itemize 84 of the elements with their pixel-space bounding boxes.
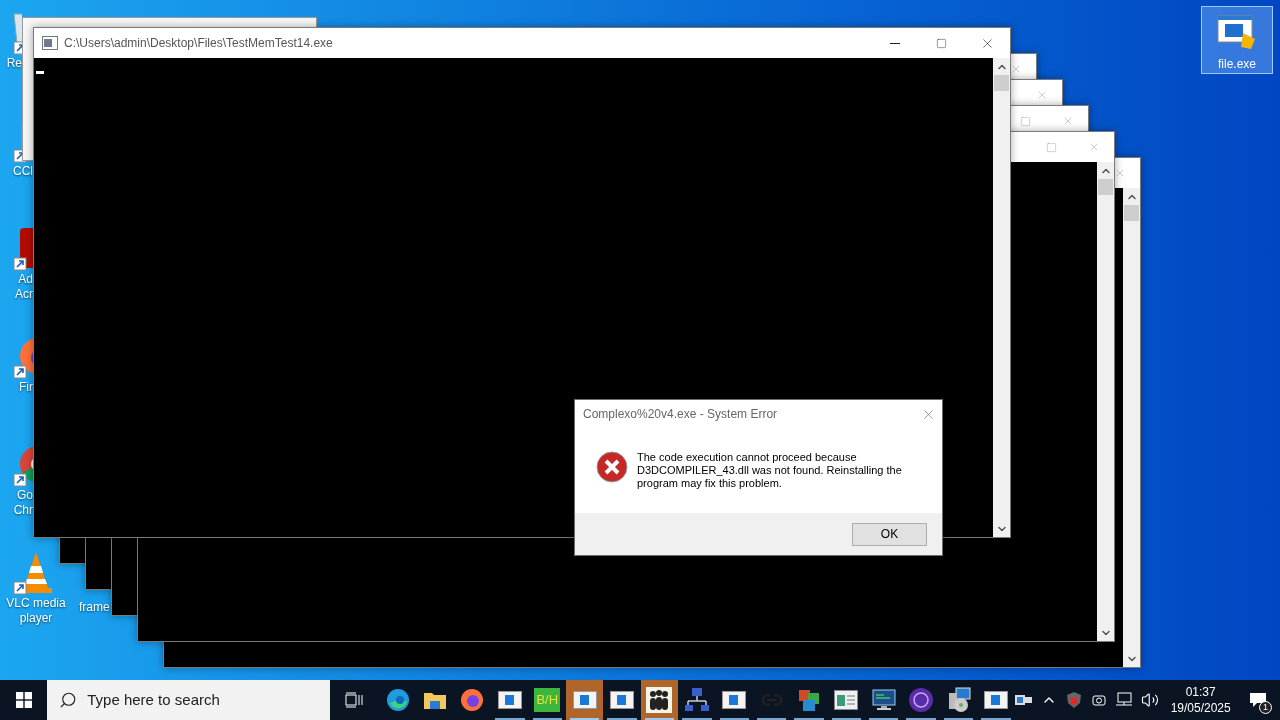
- volume-icon[interactable]: [1140, 691, 1159, 709]
- desktop-icon-label[interactable]: player: [19, 611, 53, 626]
- close-icon: [1010, 63, 1022, 75]
- desktop-icon-label[interactable]: frame: [79, 598, 110, 616]
- running-indicator: [906, 718, 936, 720]
- desktop-icon-label[interactable]: Re: [6, 56, 22, 71]
- error-icon: [596, 451, 628, 483]
- dialog-title: Complexo%20v4.exe - System Error: [583, 406, 778, 423]
- running-indicator: [981, 718, 1011, 720]
- close-button[interactable]: [1010, 63, 1022, 75]
- running-indicator: [569, 718, 600, 720]
- window-icon: [572, 691, 597, 709]
- close-icon: [1062, 115, 1074, 127]
- firefox-icon: [460, 688, 485, 712]
- close-button[interactable]: [1114, 167, 1126, 179]
- desktop-icon-label[interactable]: Go: [17, 488, 33, 503]
- scroll-thumb[interactable]: [994, 75, 1009, 91]
- windows-logo-icon: [15, 692, 32, 708]
- edge-icon: [385, 688, 410, 712]
- form-window-icon: [834, 690, 859, 710]
- desktop-icon-label[interactable]: VLC media: [6, 596, 66, 611]
- search-input[interactable]: Type here to search: [87, 688, 330, 712]
- scrollbar[interactable]: [1097, 162, 1114, 641]
- running-indicator: [943, 718, 974, 720]
- desktop-icon-label[interactable]: CCl: [13, 164, 33, 179]
- desktop-icon-label[interactable]: Chr: [13, 503, 33, 518]
- error-message: The code execution cannot proceed because D3DCOMPILER_43.dll was not found. Reinstalling the program may fix this problem.: [637, 451, 903, 490]
- app-label: B/H: [534, 688, 561, 712]
- window-icon: [610, 691, 635, 709]
- clock-date[interactable]: 19/05/2025: [1170, 700, 1231, 716]
- running-indicator: [532, 718, 562, 720]
- notification-button[interactable]: 1: [1236, 680, 1280, 720]
- text-cursor: [36, 71, 44, 74]
- maximize-icon: [1019, 115, 1031, 127]
- desktop-icon-label[interactable]: Fir: [19, 380, 33, 395]
- scrollbar[interactable]: [993, 58, 1010, 537]
- running-indicator: [756, 718, 787, 720]
- exe-file-icon: [1217, 13, 1257, 51]
- orb-icon: [908, 687, 935, 713]
- running-indicator: [719, 718, 749, 720]
- scrollbar[interactable]: [1123, 188, 1140, 667]
- running-indicator: [495, 718, 525, 720]
- running-indicator: [682, 718, 712, 720]
- running-indicator: [607, 718, 637, 720]
- usb-icon[interactable]: [1014, 693, 1033, 707]
- search-icon: [59, 691, 78, 709]
- monitor-icon: [871, 688, 896, 712]
- running-indicator: [831, 718, 862, 720]
- search-field[interactable]: Type here to search: [47, 680, 330, 720]
- network-icon[interactable]: [1114, 692, 1133, 708]
- file-icon-tile[interactable]: file.exe: [1201, 6, 1273, 74]
- running-indicator: [644, 718, 675, 720]
- network-tool-icon: [683, 687, 710, 713]
- close-icon: [1114, 167, 1126, 179]
- window-icon: [983, 691, 1008, 709]
- folder-icon: [423, 690, 448, 710]
- running-indicator: [794, 718, 824, 720]
- cubes-icon: [796, 687, 822, 713]
- maximize-icon: [935, 37, 947, 49]
- taskbar-app[interactable]: B/H: [528, 680, 566, 720]
- chat-bubble-icon: [1249, 692, 1268, 708]
- window-icon: [497, 691, 522, 709]
- window-title: C:\Users\admin\Desktop\Files\TestMemTest14.exe: [64, 35, 333, 52]
- file-icon-label[interactable]: file.exe: [1218, 55, 1256, 73]
- taskbar-app[interactable]: [640, 680, 679, 720]
- minimize-icon: [890, 42, 900, 44]
- taskbar-app[interactable]: [565, 680, 604, 720]
- task-view-icon: [345, 692, 364, 708]
- clock-time[interactable]: 01:37: [1185, 684, 1216, 700]
- console-app-icon: [42, 36, 58, 50]
- notification-count: 1: [1259, 701, 1272, 714]
- desktop-icon-label[interactable]: Ad: [18, 272, 33, 287]
- shield-icon[interactable]: [1064, 691, 1083, 709]
- window-icon: [722, 691, 747, 709]
- running-indicator: [869, 718, 899, 720]
- desktop-icon-label[interactable]: Acr: [15, 287, 33, 302]
- people-icon: [646, 687, 673, 713]
- scroll-thumb[interactable]: [1124, 205, 1139, 221]
- ok-button[interactable]: OK: [852, 522, 927, 546]
- camera-icon[interactable]: [1090, 692, 1107, 708]
- maximize-icon: [1045, 141, 1057, 153]
- scroll-thumb[interactable]: [1098, 179, 1113, 195]
- close-icon: [1036, 89, 1048, 101]
- close-icon: [1088, 141, 1100, 153]
